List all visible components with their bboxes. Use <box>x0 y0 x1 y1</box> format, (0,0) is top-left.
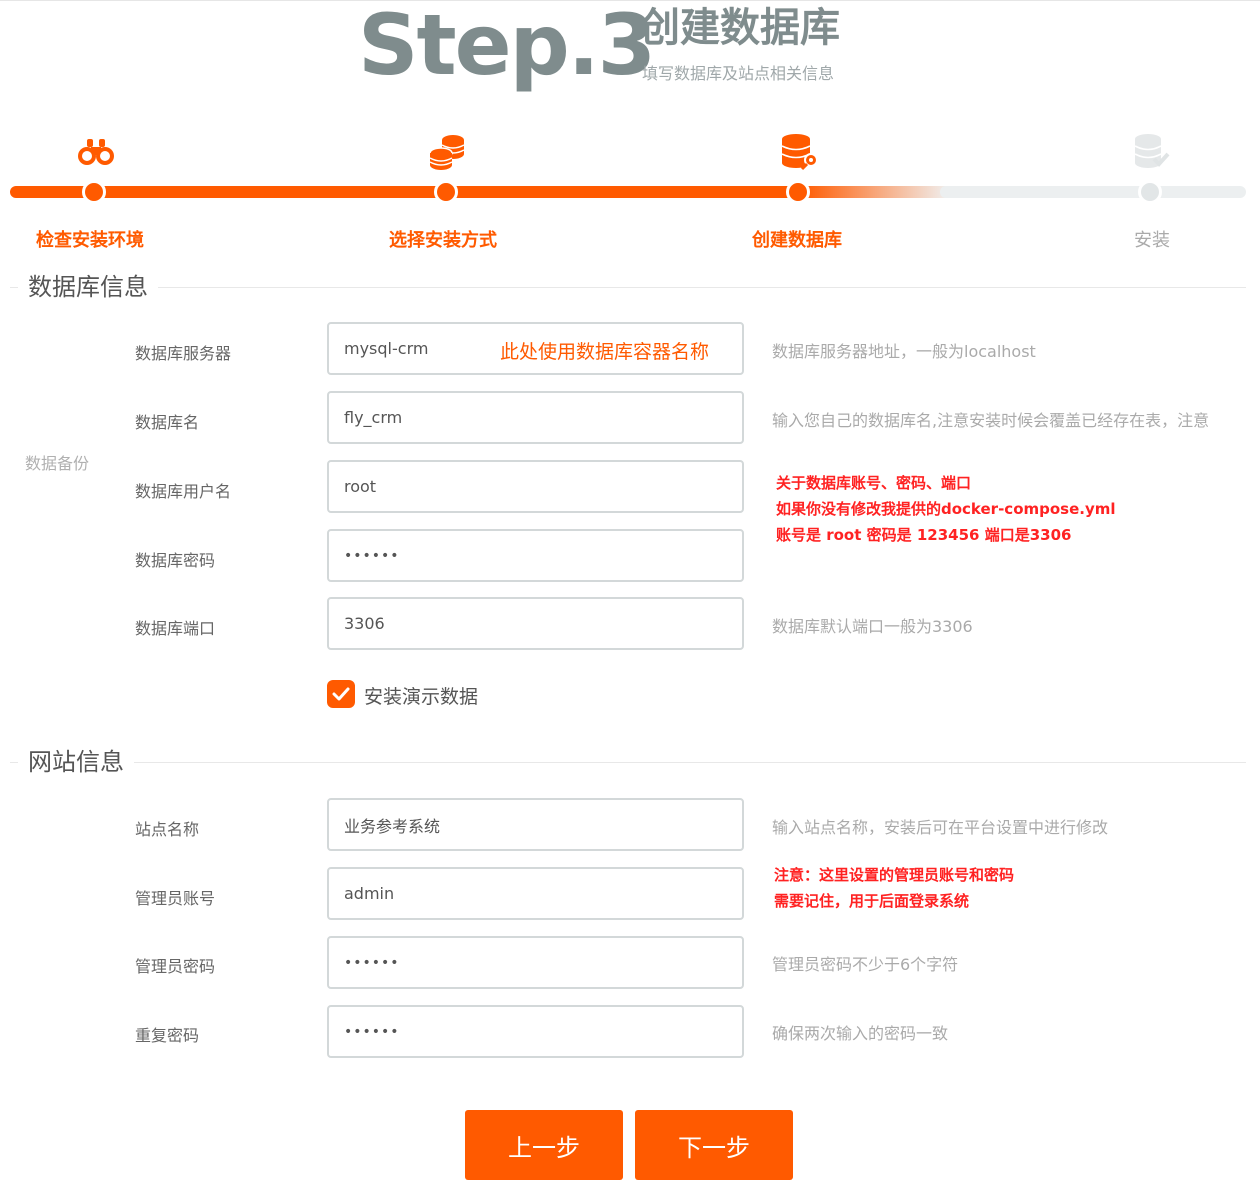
db-name-hint: 输入您自己的数据库名,注意安装时候会覆盖已经存在表，注意 <box>772 411 1210 430</box>
checkmark-icon <box>332 687 350 701</box>
db-password-value: •••••• <box>344 547 400 564</box>
db-port-value: 3306 <box>344 614 385 633</box>
progress-track-done <box>10 186 800 198</box>
progress-track-todo <box>940 186 1246 198</box>
db-password-label: 数据库密码 <box>135 551 216 570</box>
database-check-icon <box>1132 132 1172 172</box>
site-name-value: 业务参考系统 <box>344 816 441 836</box>
step-dot-1 <box>82 180 106 204</box>
db-password-input[interactable]: •••••• <box>327 529 744 582</box>
step-dot-2 <box>434 180 458 204</box>
admin-password-hint: 管理员密码不少于6个字符 <box>772 955 959 974</box>
admin-note-line-1: 注意：这里设置的管理员账号和密码 <box>774 866 1015 884</box>
db-port-hint: 数据库默认端口一般为3306 <box>772 617 973 636</box>
progress-track-transition <box>800 186 950 198</box>
admin-account-input[interactable]: admin <box>327 867 744 920</box>
prev-step-button[interactable]: 上一步 <box>465 1110 623 1180</box>
database-key-icon <box>780 132 820 172</box>
db-section-divider <box>10 287 1246 288</box>
db-credentials-note: 关于数据库账号、密码、端口 如果你没有修改我提供的docker-compose.… <box>776 470 1116 548</box>
repeat-password-hint: 确保两次输入的密码一致 <box>772 1024 949 1043</box>
step-number: Step.3 <box>358 0 656 94</box>
db-port-label: 数据库端口 <box>135 619 216 638</box>
admin-password-value: •••••• <box>344 954 400 971</box>
admin-password-input[interactable]: •••••• <box>327 936 744 989</box>
db-server-hint: 数据库服务器地址，一般为localhost <box>772 342 1036 361</box>
admin-note-line-2: 需要记住，用于后面登录系统 <box>774 892 970 910</box>
admin-account-value: admin <box>344 884 395 903</box>
next-step-button[interactable]: 下一步 <box>635 1110 793 1180</box>
page-title: 创建数据库 <box>640 5 840 51</box>
db-server-label: 数据库服务器 <box>135 344 232 363</box>
db-name-label: 数据库名 <box>135 413 200 432</box>
page-subtitle: 填写数据库及站点相关信息 <box>642 64 835 83</box>
db-note-line-3: 账号是 root 密码是 123456 端口是3306 <box>776 526 1072 544</box>
db-port-input[interactable]: 3306 <box>327 597 744 650</box>
admin-note: 注意：这里设置的管理员账号和密码 需要记住，用于后面登录系统 <box>774 862 1014 914</box>
coins-stack-icon <box>428 132 468 172</box>
step-dot-4 <box>1138 180 1162 204</box>
step-label-3: 创建数据库 <box>752 230 842 251</box>
step-label-4: 安装 <box>1134 230 1170 251</box>
step-dot-3 <box>786 180 810 204</box>
db-server-value: mysql-crm <box>344 339 429 358</box>
repeat-password-value: •••••• <box>344 1023 400 1040</box>
db-server-annotation: 此处使用数据库容器名称 <box>500 341 710 363</box>
db-user-label: 数据库用户名 <box>135 482 232 501</box>
db-user-input[interactable]: root <box>327 460 744 513</box>
demo-data-label[interactable]: 安装演示数据 <box>364 682 478 709</box>
db-note-line-2: 如果你没有修改我提供的docker-compose.yml <box>776 500 1116 518</box>
db-section-title: 数据库信息 <box>18 272 158 302</box>
admin-password-label: 管理员密码 <box>135 957 216 976</box>
site-section-divider <box>10 762 1246 763</box>
site-section-title: 网站信息 <box>18 747 134 777</box>
step-label-1: 检查安装环境 <box>36 230 144 251</box>
binoculars-icon <box>76 132 116 172</box>
site-name-label: 站点名称 <box>135 820 200 839</box>
db-backup-label: 数据备份 <box>25 454 90 473</box>
admin-account-label: 管理员账号 <box>135 889 216 908</box>
demo-data-checkbox[interactable] <box>327 680 355 708</box>
db-name-value: fly_crm <box>344 408 403 427</box>
db-name-input[interactable]: fly_crm <box>327 391 744 444</box>
repeat-password-label: 重复密码 <box>135 1026 200 1045</box>
site-name-input[interactable]: 业务参考系统 <box>327 798 744 851</box>
site-name-hint: 输入站点名称，安装后可在平台设置中进行修改 <box>772 818 1109 837</box>
repeat-password-input[interactable]: •••••• <box>327 1005 744 1058</box>
db-user-value: root <box>344 477 377 496</box>
step-label-2: 选择安装方式 <box>389 230 497 251</box>
db-note-line-1: 关于数据库账号、密码、端口 <box>776 474 972 492</box>
